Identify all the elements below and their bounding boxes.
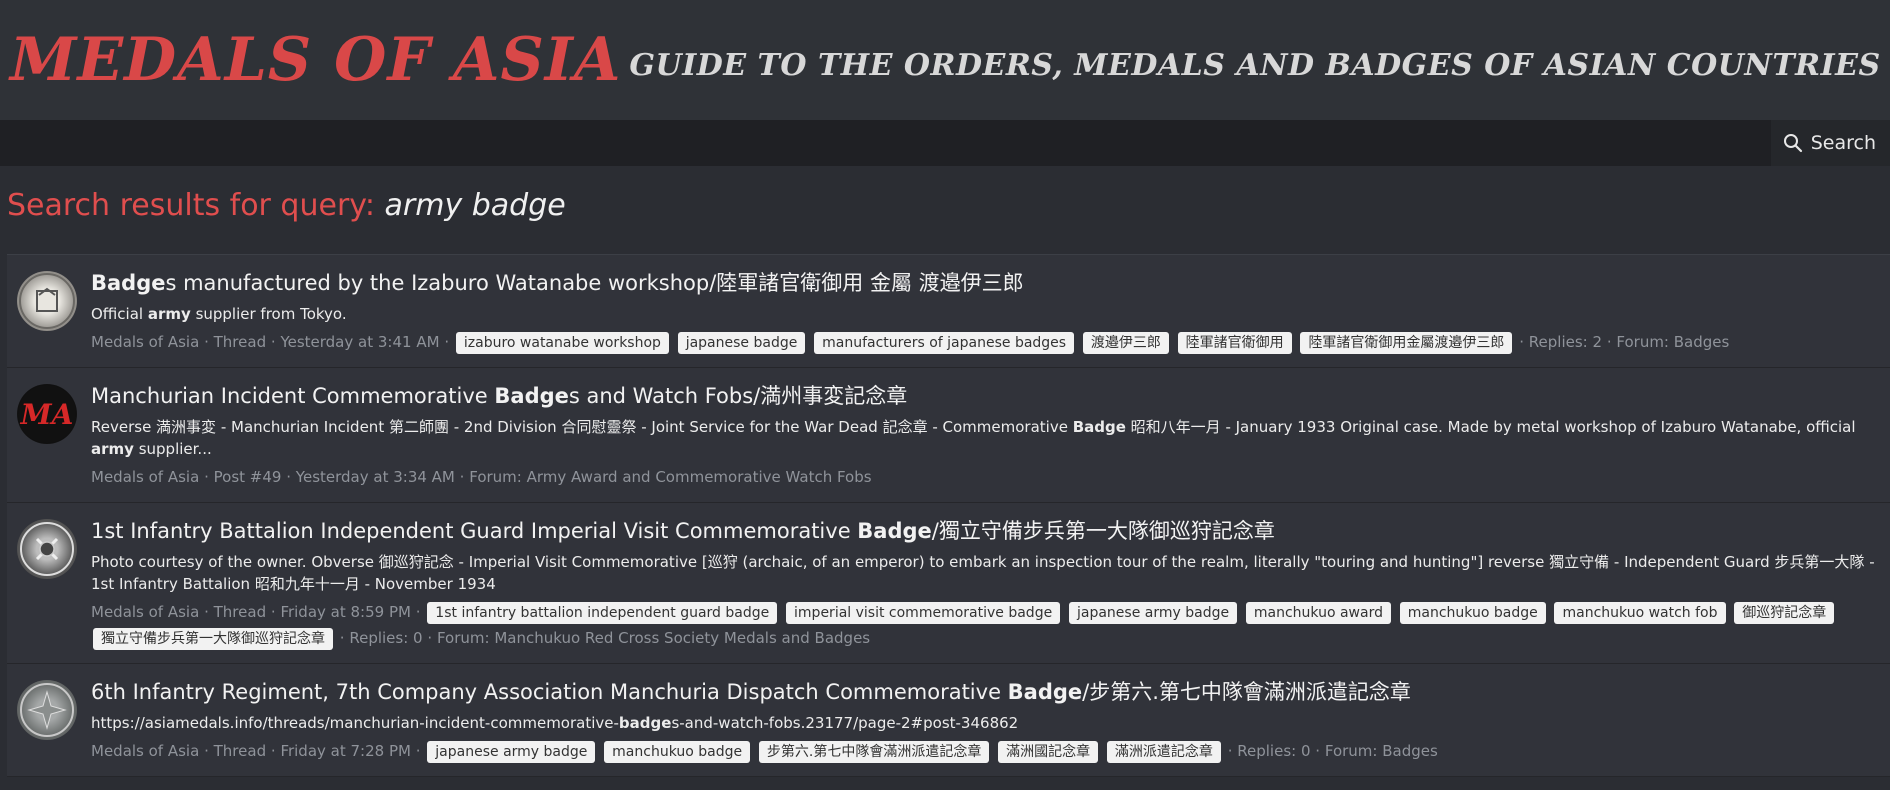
author-link[interactable]: Medals of Asia <box>91 742 199 760</box>
author-link[interactable]: Medals of Asia <box>91 468 199 486</box>
result-title-link[interactable]: Manchurian Incident Commemorative Badges… <box>91 382 1880 410</box>
timestamp: Yesterday at 3:34 AM <box>295 468 455 486</box>
page-title-prefix: Search results for query: <box>7 188 375 223</box>
reply-count: Replies: 2 <box>1528 333 1603 351</box>
badge-avatar-icon <box>20 683 74 737</box>
forum-link[interactable]: Forum: Badges <box>1325 742 1438 760</box>
site-header: MEDALS OF ASIA GUIDE TO THE ORDERS, MEDA… <box>0 0 1890 120</box>
nav-bar: Search <box>0 120 1890 166</box>
result-meta: Medals of Asia · Thread · Yesterday at 3… <box>91 329 1880 355</box>
result-meta: Medals of Asia · Thread · Friday at 7:28… <box>91 738 1880 764</box>
result-title-link[interactable]: 6th Infantry Regiment, 7th Company Assoc… <box>91 678 1880 706</box>
search-result: 6th Infantry Regiment, 7th Company Assoc… <box>7 664 1890 777</box>
badge-avatar-icon <box>19 273 75 329</box>
tag[interactable]: manchukuo award <box>1245 602 1391 624</box>
timestamp: Yesterday at 3:41 AM <box>280 333 440 351</box>
reply-count: Replies: 0 <box>1237 742 1311 760</box>
forum-link[interactable]: Forum: Manchukuo Red Cross Society Medal… <box>437 629 870 647</box>
tag[interactable]: 獨立守備步兵第一大隊御巡狩記念章 <box>93 628 333 650</box>
tag[interactable]: manufacturers of japanese badges <box>814 332 1075 354</box>
search-result: Badges manufactured by the Izaburo Watan… <box>7 255 1890 368</box>
result-meta: Medals of Asia · Post #49 · Yesterday at… <box>91 468 872 486</box>
timestamp: Friday at 8:59 PM <box>280 603 411 621</box>
tag[interactable]: manchukuo watch fob <box>1554 602 1726 624</box>
tag[interactable]: 滿洲派遣記念章 <box>1106 741 1221 763</box>
tag[interactable]: 陸軍諸官衛御用金屬渡邉伊三郎 <box>1300 332 1513 354</box>
result-snippet: https://asiamedals.info/threads/manchuri… <box>91 714 1019 732</box>
tag[interactable]: 步第六.第七中隊會滿洲派遣記念章 <box>758 741 990 763</box>
tag[interactable]: 滿洲國記念章 <box>998 741 1099 763</box>
content-type: Post #49 <box>213 468 282 486</box>
avatar[interactable] <box>17 271 77 331</box>
tag[interactable]: manchukuo badge <box>604 741 751 763</box>
content-type: Thread <box>213 603 267 621</box>
result-snippet: Official army supplier from Tokyo. <box>91 305 347 323</box>
result-snippet: Reverse 満洲事変 - Manchurian Incident 第二師團 … <box>91 418 1856 458</box>
site-tagline: GUIDE TO THE ORDERS, MEDALS AND BADGES O… <box>629 47 1881 83</box>
site-logo[interactable]: MEDALS OF ASIA <box>10 25 621 95</box>
forum-link[interactable]: Forum: Badges <box>1616 333 1729 351</box>
reply-count: Replies: 0 <box>349 629 423 647</box>
forum-link[interactable]: Forum: Army Award and Commemorative Watc… <box>469 468 871 486</box>
tag[interactable]: imperial visit commemorative badge <box>786 602 1061 624</box>
avatar[interactable] <box>17 519 77 579</box>
tag[interactable]: izaburo watanabe workshop <box>455 332 669 354</box>
tag[interactable]: 渡邉伊三郎 <box>1082 332 1169 354</box>
timestamp: Friday at 7:28 PM <box>280 742 411 760</box>
svg-text:MA: MA <box>20 398 74 431</box>
tag[interactable]: manchukuo badge <box>1399 602 1546 624</box>
avatar[interactable] <box>17 680 77 740</box>
search-query: army badge <box>384 188 566 223</box>
result-meta: Medals of Asia · Thread · Friday at 8:59… <box>91 599 1880 651</box>
page-title: Search results for query: army badge <box>7 188 566 223</box>
author-link[interactable]: Medals of Asia <box>91 603 199 621</box>
search-result: MA Manchurian Incident Commemorative Bad… <box>7 368 1890 503</box>
tag[interactable]: 1st infantry battalion independent guard… <box>427 602 778 624</box>
avatar[interactable]: MA <box>17 384 77 444</box>
search-label: Search <box>1810 132 1876 154</box>
tag[interactable]: japanese badge <box>677 332 806 354</box>
result-title-link[interactable]: 1st Infantry Battalion Independent Guard… <box>91 517 1880 545</box>
result-title-link[interactable]: Badges manufactured by the Izaburo Watan… <box>91 269 1880 297</box>
tag[interactable]: 御巡狩記念章 <box>1734 602 1835 624</box>
search-results-list: Badges manufactured by the Izaburo Watan… <box>7 254 1890 777</box>
search-icon <box>1783 134 1802 153</box>
tag[interactable]: japanese army badge <box>427 741 596 763</box>
content-type: Thread <box>213 333 267 351</box>
content-type: Thread <box>213 742 267 760</box>
result-snippet: Photo courtesy of the owner. Obverse 御巡狩… <box>91 553 1875 593</box>
search-result: 1st Infantry Battalion Independent Guard… <box>7 503 1890 664</box>
tag[interactable]: 陸軍諸官衛御用 <box>1177 332 1292 354</box>
tag[interactable]: japanese army badge <box>1068 602 1238 624</box>
search-button[interactable]: Search <box>1770 120 1890 166</box>
ma-logo-icon: MA <box>18 385 76 443</box>
author-link[interactable]: Medals of Asia <box>91 333 199 351</box>
badge-avatar-icon <box>20 522 74 576</box>
